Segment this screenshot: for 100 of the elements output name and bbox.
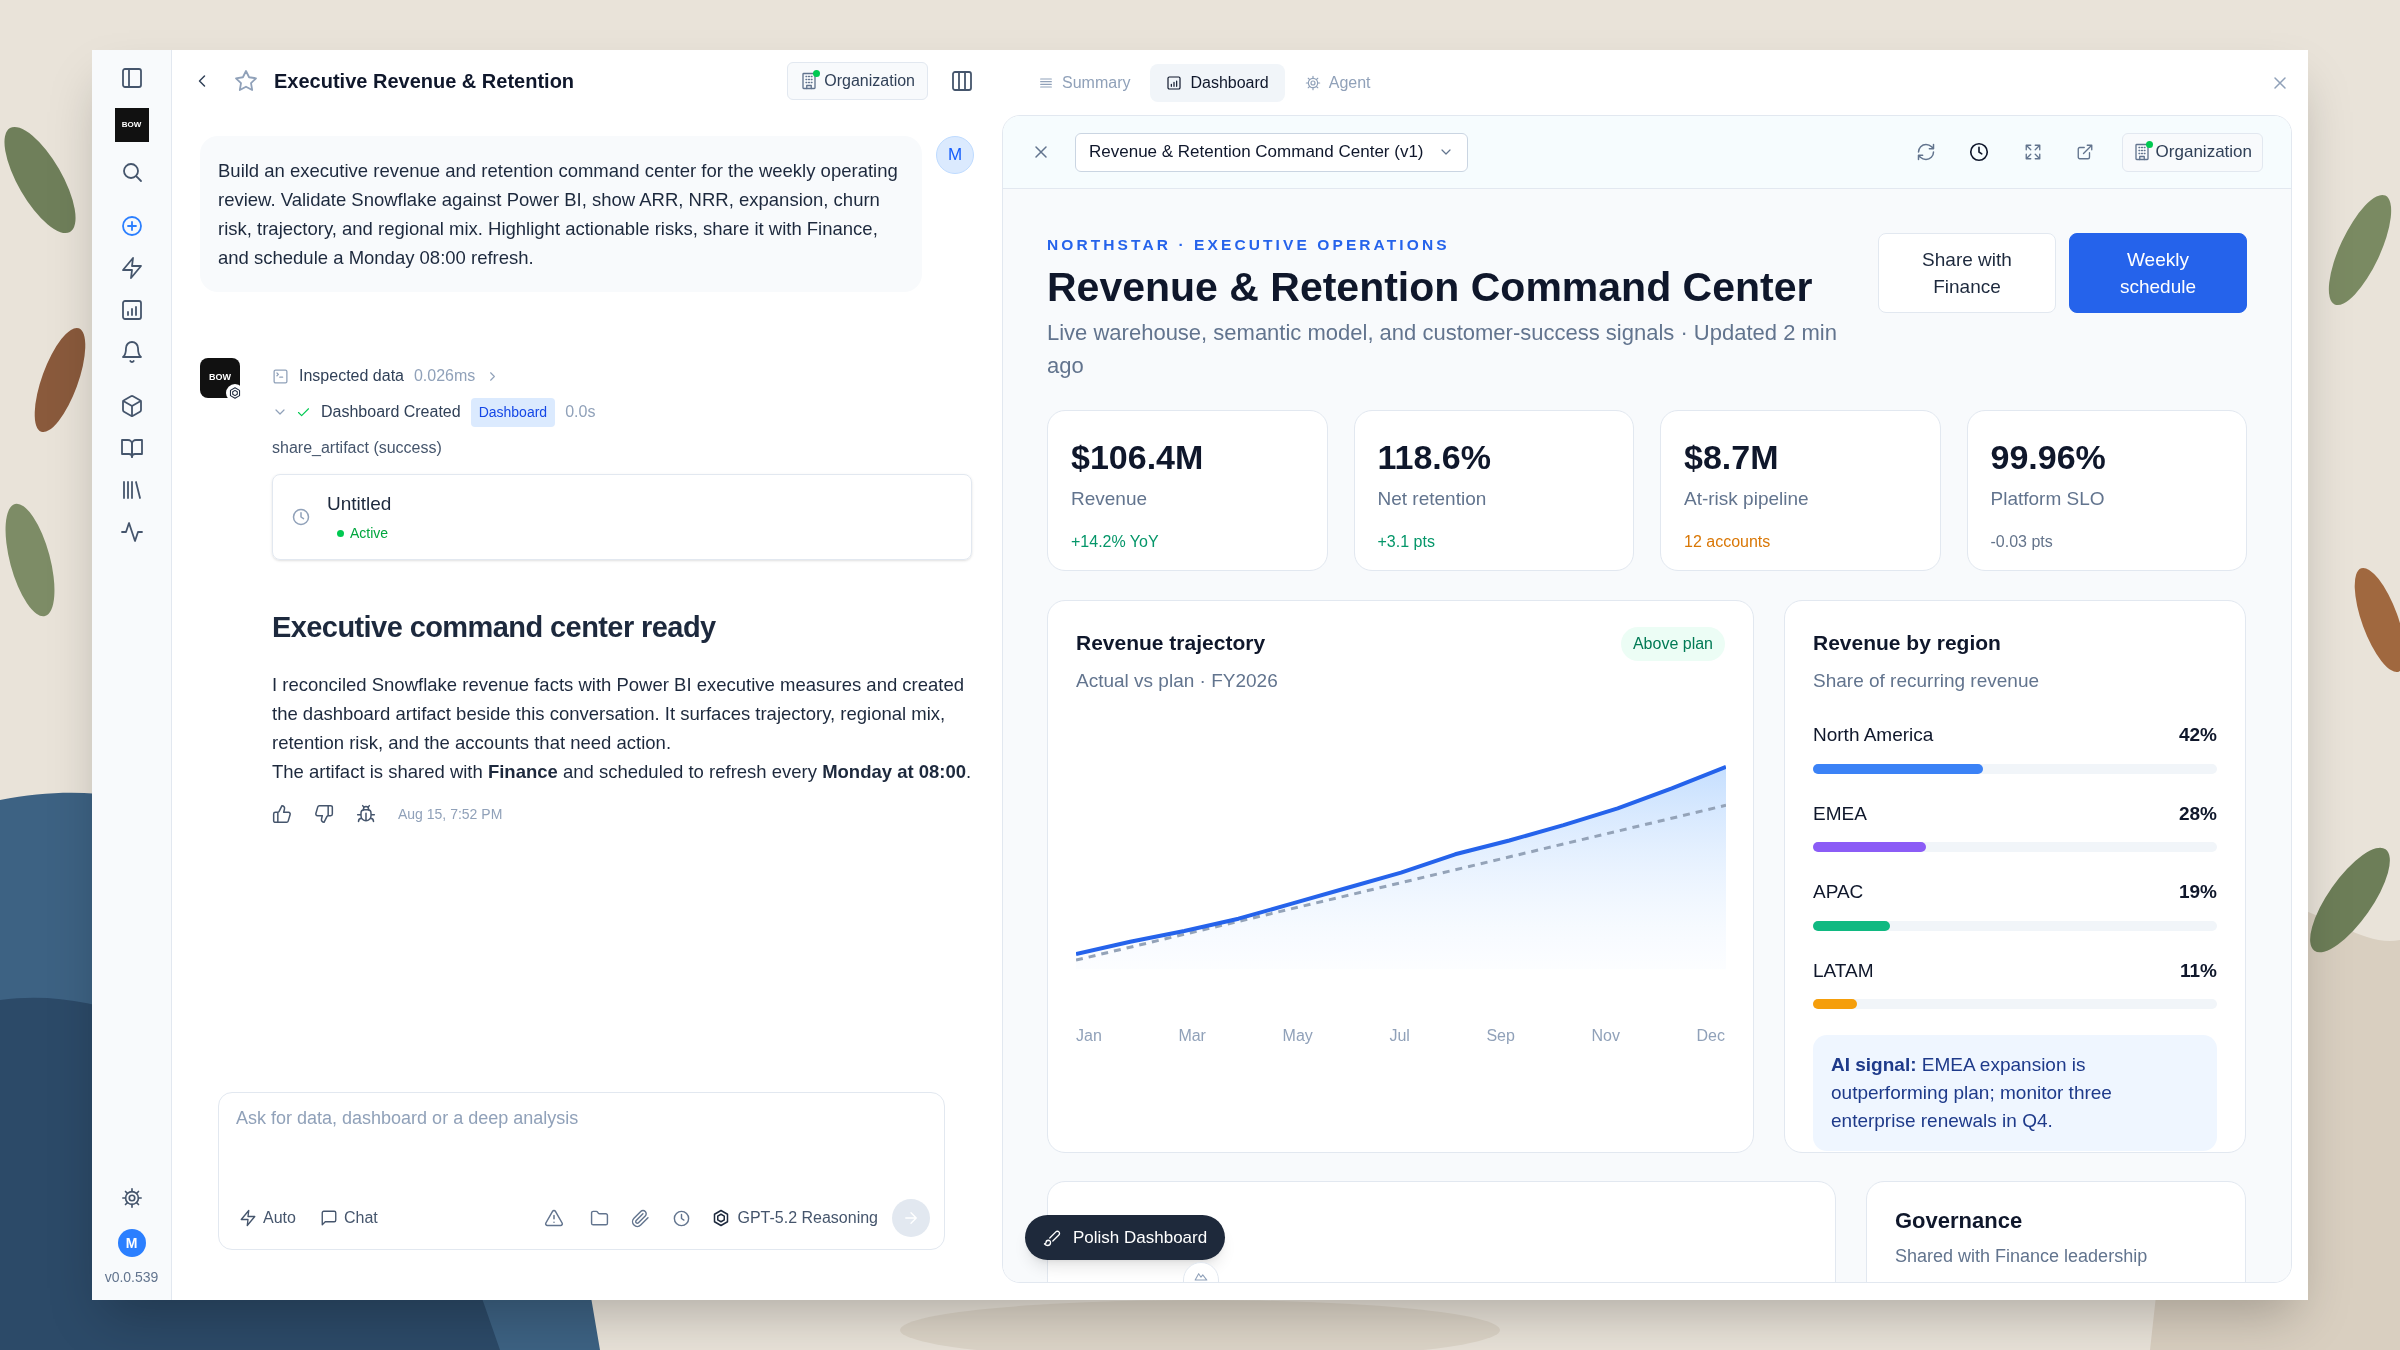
cube-icon[interactable] [119,394,144,418]
month-label: Jan [1076,1026,1102,1047]
building-icon [800,72,819,90]
bar-chart-icon [1166,74,1183,91]
step-label: Dashboard Created [321,402,461,422]
speech-bubble-icon [319,1209,338,1227]
eyebrow-label: NORTHSTAR · EXECUTIVE OPERATIONS [1047,235,1451,255]
chat-title: Executive Revenue & Retention [274,69,575,94]
kpi-label: Net retention [1377,487,1488,512]
paperclip-icon[interactable] [631,1208,651,1228]
tool-result: share_artifact (success) [272,438,443,458]
refresh-icon[interactable] [1915,142,1936,162]
region-name: EMEA [1813,801,1867,826]
dashboard-subtitle: Live warehouse, semantic model, and customer-success signals · Updated 2 min ago [1047,319,1838,381]
status-label: Active [350,523,389,543]
version-label: v0.0.539 [104,1268,159,1287]
pulse-icon[interactable] [119,520,144,544]
clock-icon [291,507,311,527]
month-label: Jul [1389,1026,1410,1047]
response-heading: Executive command center ready [272,610,717,645]
kpi-delta: +3.1 pts [1377,531,1436,552]
user-avatar: M [936,136,974,174]
organization-button[interactable]: Organization [787,62,928,100]
plus-circle-icon[interactable] [119,214,144,238]
month-label: Nov [1591,1026,1620,1047]
region-share: 42% [2178,723,2217,748]
thumbs-down-icon[interactable] [314,804,334,824]
lightning-icon [239,1209,257,1227]
dashboard-badge: Dashboard [470,397,556,427]
chart-subtitle: Actual vs plan · FY2026 [1076,668,1278,693]
mode-button[interactable]: Auto [233,1206,302,1230]
region-share: 19% [2178,880,2217,905]
tab[interactable]: Dashboard [1150,63,1285,102]
warning-icon[interactable] [544,1208,565,1228]
kpi-value: $106.4M [1071,437,1205,478]
columns-icon[interactable] [950,69,974,93]
kpi-value: 118.6% [1377,437,1492,478]
bug-icon[interactable] [356,804,376,824]
month-label: May [1282,1026,1313,1047]
kpi-value: 99.96% [1990,437,2107,478]
arrow-right-icon [902,1209,920,1227]
terminal-icon [272,367,289,385]
region-subtitle: Share of recurring revenue [1813,668,2040,693]
region-name: APAC [1813,880,1864,905]
region-name: LATAM [1813,958,1874,983]
region-name: North America [1813,723,1934,748]
dashboard-title: Revenue & Retention Command Center [1047,263,1814,313]
kpi-label: At-risk pipeline [1684,487,1810,512]
settings-icon[interactable] [120,1187,143,1209]
hexagon-icon [228,386,242,400]
settings-icon [1304,74,1321,91]
version-dropdown[interactable]: Revenue & Retention Command Center (v1) [1075,132,1468,172]
step-label: Inspected data [299,366,404,386]
polish-dashboard-button[interactable]: Polish Dashboard [1025,1215,1226,1260]
kpi-label: Platform SLO [1990,487,2106,512]
building-icon [2132,143,2151,161]
response-paragraph: I reconciled Snowflake revenue facts with Power BI executive measures and created the dashboard artifact beside this conversation. It surfaces trajectory, regional mix, retention risk, and the accounts that need action. [272,672,966,755]
kpi-delta: 12 accounts [1684,531,1772,552]
clock-icon[interactable] [1967,141,1990,163]
status-badge: Above plan [1620,627,1725,662]
region-title: Revenue by region [1813,630,2002,657]
chart-title: Revenue trajectory [1076,630,1267,657]
sidebar-toggle-icon[interactable] [119,66,144,90]
month-label: Sep [1486,1026,1515,1047]
region-share: 28% [2178,801,2217,826]
expand-icon[interactable] [2023,143,2042,161]
share-button[interactable]: Share with Finance [1878,233,2056,313]
thumbs-up-icon[interactable] [272,804,292,824]
artifact-card[interactable]: Untitled Active [272,474,972,560]
kpi-label: Revenue [1071,487,1149,512]
lightning-icon[interactable] [119,256,144,280]
kpi-value: $8.7M [1684,437,1780,478]
bar-chart-icon[interactable] [119,298,144,322]
star-icon[interactable] [234,69,258,93]
user-avatar[interactable]: M [117,1229,146,1257]
step-duration: 0.026ms [413,366,476,386]
paintbrush-icon [1043,1228,1061,1247]
model-selector[interactable]: GPT-5.2 Reasoning [711,1206,878,1230]
artifact-title: Untitled [327,492,392,517]
month-label: Dec [1696,1026,1725,1047]
schedule-button[interactable]: Weekly schedule [2069,233,2247,313]
governance-title: Governance [1895,1207,2024,1236]
book-icon[interactable] [119,436,144,460]
folder-icon[interactable] [590,1208,610,1228]
logo[interactable]: BOW [114,108,149,142]
region-share: 11% [2180,958,2217,983]
kpi-delta: -0.03 pts [1990,531,2054,552]
step-duration: 0.0s [565,402,596,422]
chat-mode-button[interactable]: Chat [319,1206,378,1230]
ai-signal-callout: AI signal: EMEA expansion is outperforming plan; monitor three enterprise renewals in Q4. [1813,1035,2217,1152]
message-timestamp: Aug 15, 7:52 PM [398,804,503,824]
organization-button[interactable]: Organization [2121,132,2263,172]
prompt-input[interactable]: Ask for data, dashboard or a deep analysis [233,1103,930,1133]
external-link-icon[interactable] [2075,143,2094,161]
governance-subtitle: Shared with Finance leadership [1895,1245,2149,1269]
kpi-delta: +14.2% YoY [1071,531,1160,552]
response-paragraph: The artifact is shared with Finance and scheduled to refresh every Monday at 08:00. [272,759,972,784]
bell-icon[interactable] [119,340,144,364]
user-message: Build an executive revenue and retention command center for the weekly operating review. Validate Snowflake against Power BI, show ARR, NRR, expansion, churn risk, trajectory, and regional mix. Highlight actionable risks, share it with Finance, and schedule a Monday 08:00 refresh. [200,136,922,292]
month-label: Mar [1178,1026,1206,1047]
